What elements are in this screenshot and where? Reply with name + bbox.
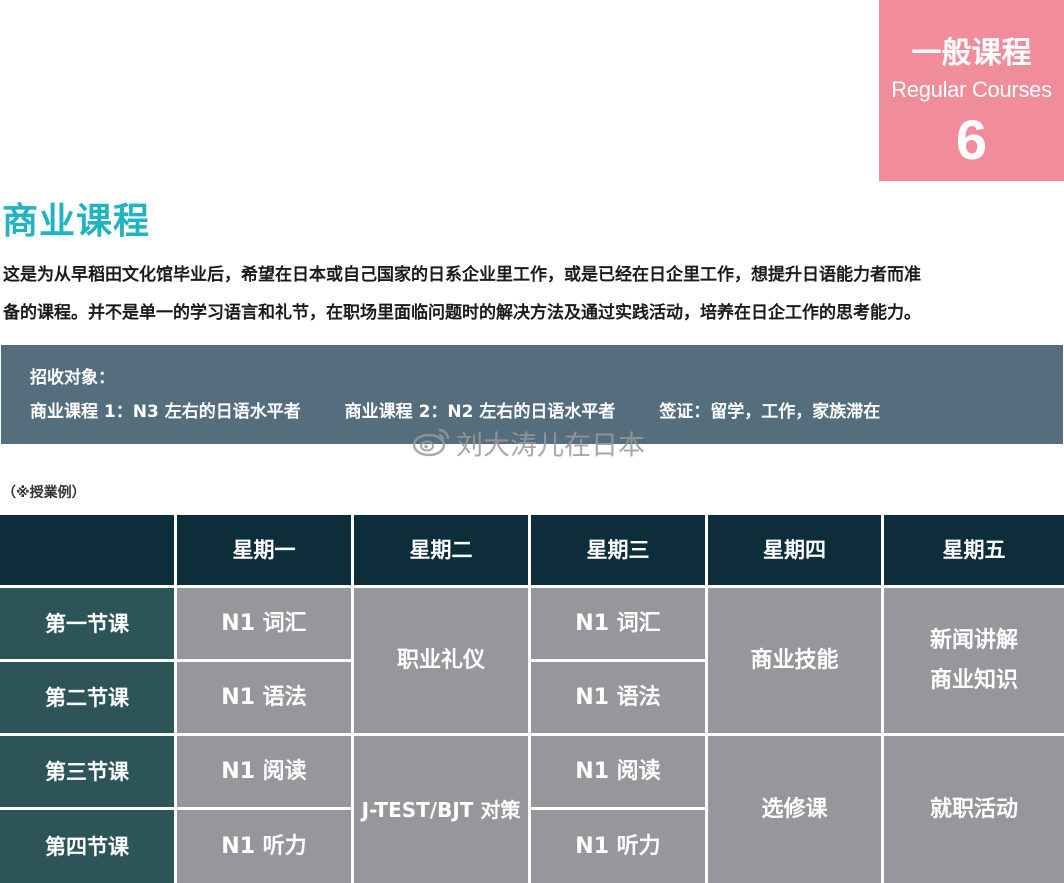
class-line: 新闻讲解 xyxy=(929,627,1018,653)
class-cell: J-TEST/BJT 对策 xyxy=(354,736,528,883)
intro-line: 备的课程。并不是单一的学习语言和礼节，在职场里面临问题时的解决方法及通过实践活动… xyxy=(3,303,921,323)
class-cell: 选修课 xyxy=(708,736,881,883)
target-item: 商业课程 1：N3 左右的日语水平者 xyxy=(30,402,301,422)
period-label: 第二节课 xyxy=(0,662,174,733)
target-item: 商业课程 2：N2 左右的日语水平者 xyxy=(344,402,616,422)
class-cell: 商业技能 xyxy=(708,588,881,733)
class-cell: 新闻讲解 商业知识 xyxy=(884,588,1064,733)
intro-line: 这是为从早稻田文化馆毕业后，希望在日本或自己国家的日系企业里工作，或是已经在日企… xyxy=(3,265,921,285)
target-item: 签证：留学，工作，家族滞在 xyxy=(659,402,881,422)
class-cell: N1 阅读 xyxy=(177,736,351,807)
weibo-icon xyxy=(412,424,452,470)
period-label: 第一节课 xyxy=(0,588,174,659)
class-cell: N1 语法 xyxy=(531,662,705,733)
section-title: 商业课程 xyxy=(2,201,151,242)
class-cell: 职业礼仪 xyxy=(354,588,528,733)
course-badge: 一般课程 Regular Courses 6 xyxy=(879,0,1064,181)
day-header: 星期四 xyxy=(708,515,881,585)
class-cell: N1 听力 xyxy=(531,810,705,883)
day-header: 星期二 xyxy=(354,515,528,585)
class-cell: N1 语法 xyxy=(177,662,351,733)
badge-title-zh: 一般课程 xyxy=(911,36,1032,71)
badge-number: 6 xyxy=(955,108,988,171)
class-cell: N1 词汇 xyxy=(531,588,705,659)
target-label: 招收对象： xyxy=(30,368,115,388)
period-label: 第三节课 xyxy=(0,736,174,807)
target-items: 商业课程 1：N3 左右的日语水平者 商业课程 2：N2 左右的日语水平者 签证… xyxy=(30,399,918,425)
watermark-text: 刘大涛儿在日本 xyxy=(456,430,645,462)
watermark: 刘大涛儿在日本 xyxy=(412,424,645,464)
day-header: 星期一 xyxy=(177,515,351,585)
period-label: 第四节课 xyxy=(0,810,174,883)
badge-title-en: Regular Courses xyxy=(891,77,1052,102)
table-corner xyxy=(0,515,174,585)
class-cell: N1 词汇 xyxy=(177,588,351,659)
note-text: （※授業例） xyxy=(2,485,86,501)
class-cell: N1 听力 xyxy=(177,810,351,883)
day-header: 星期五 xyxy=(884,515,1064,585)
schedule-table: 星期一 星期二 星期三 星期四 星期五 第一节课 第二节课 第三节课 第四节课 … xyxy=(0,515,1064,883)
class-line: 商业知识 xyxy=(929,667,1018,693)
class-cell: N1 阅读 xyxy=(531,736,705,807)
class-cell: 就职活动 xyxy=(884,736,1064,883)
intro-text: 这是为从早稻田文化馆毕业后，希望在日本或自己国家的日系企业里工作，或是已经在日企… xyxy=(3,256,1055,332)
day-header: 星期三 xyxy=(531,515,705,585)
